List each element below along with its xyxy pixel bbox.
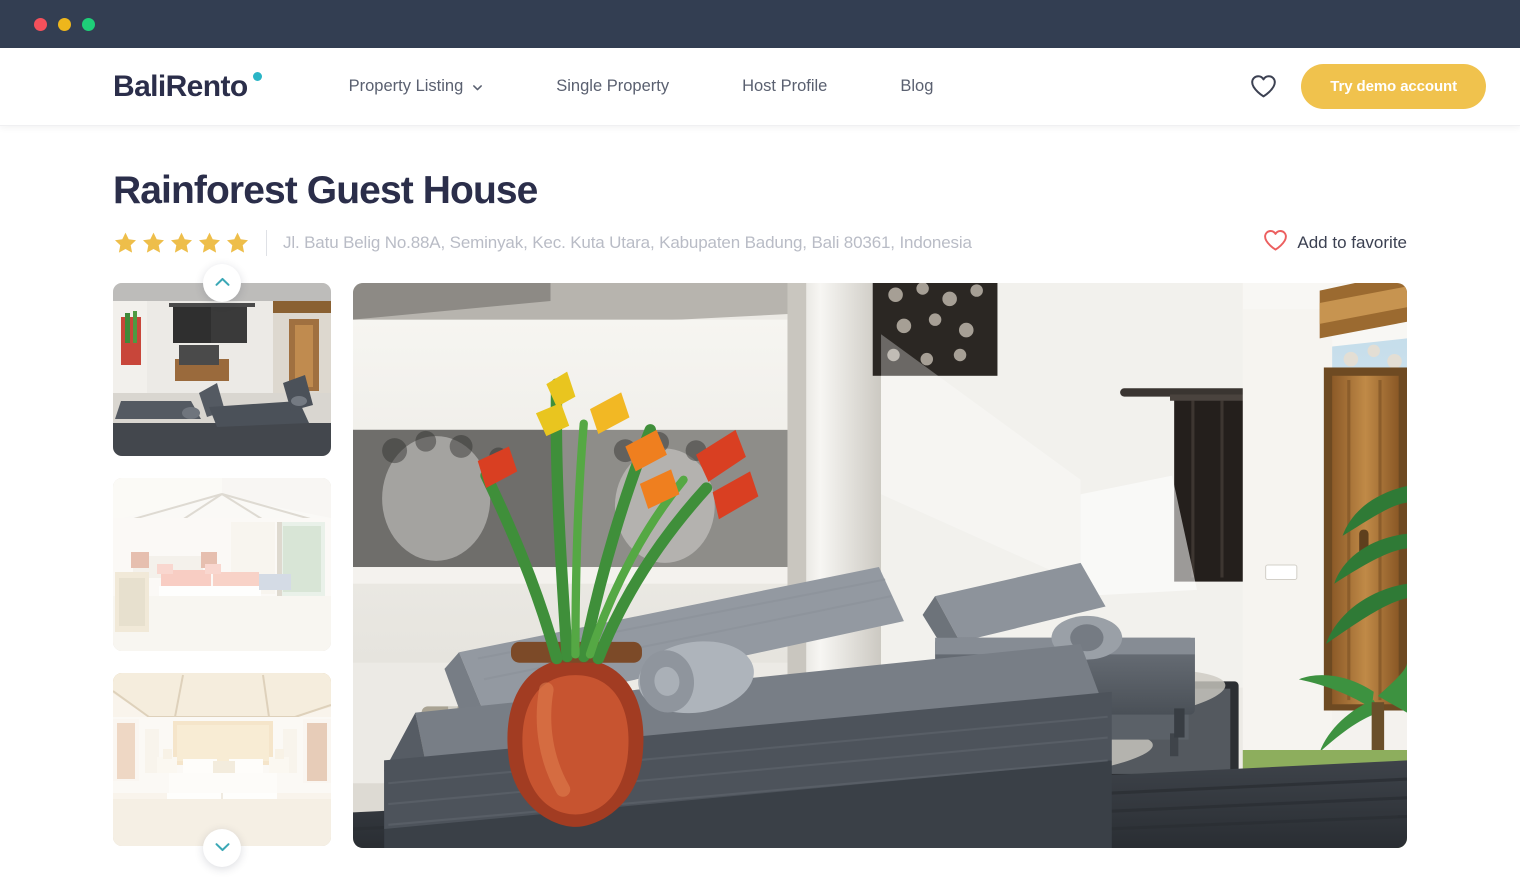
window-titlebar xyxy=(0,0,1520,48)
gallery-scroll-up-button[interactable] xyxy=(203,263,241,302)
nav-item-label: Property Listing xyxy=(348,77,464,95)
star-icon xyxy=(171,232,192,253)
traffic-lights xyxy=(34,17,95,31)
add-to-favorite-label: Add to favorite xyxy=(1297,232,1407,252)
star-icon xyxy=(143,232,164,253)
star-icon xyxy=(199,232,220,253)
wishlist-heart-icon[interactable] xyxy=(1250,74,1277,99)
try-demo-account-button[interactable]: Try demo account xyxy=(1301,64,1486,109)
maximize-window-button[interactable] xyxy=(82,17,95,31)
list-item[interactable] xyxy=(113,672,331,846)
main-navigation: Property Listing Single Property Host Pr… xyxy=(349,71,934,102)
meta-divider xyxy=(266,229,267,256)
chevron-down-icon xyxy=(472,82,483,93)
heart-outline-icon xyxy=(1263,229,1288,257)
site-header: BaliRento Property Listing Single Proper… xyxy=(0,48,1520,126)
nav-item-single-property[interactable]: Single Property xyxy=(556,71,669,102)
property-gallery xyxy=(113,263,1407,867)
nav-item-label: Host Profile xyxy=(742,77,828,95)
logo-dot-icon xyxy=(252,71,262,81)
gallery-scroll-down-button[interactable] xyxy=(203,828,241,867)
nav-item-label: Blog xyxy=(900,77,934,95)
browser-window: BaliRento Property Listing Single Proper… xyxy=(0,0,1520,880)
nav-item-label: Single Property xyxy=(556,77,670,95)
list-item[interactable] xyxy=(113,477,331,651)
hero-terrace-loungers xyxy=(353,282,1407,848)
star-icon xyxy=(115,232,136,253)
chevron-down-icon xyxy=(214,839,230,857)
site-logo-text: BaliRento xyxy=(113,69,248,103)
list-item[interactable] xyxy=(113,282,331,456)
star-icon xyxy=(227,232,248,253)
thumb-terrace-loungers xyxy=(113,282,331,456)
site-logo[interactable]: BaliRento xyxy=(113,70,264,104)
property-address: Jl. Batu Belig No.88A, Seminyak, Kec. Ku… xyxy=(283,232,972,252)
nav-item-blog[interactable]: Blog xyxy=(900,71,933,102)
nav-item-host-profile[interactable]: Host Profile xyxy=(742,71,827,102)
add-to-favorite-button[interactable]: Add to favorite xyxy=(1263,229,1407,257)
thumb-master-bedroom xyxy=(113,672,331,846)
page-title: Rainforest Guest House xyxy=(113,169,538,212)
hero-image[interactable] xyxy=(353,282,1407,848)
property-header: Rainforest Guest House Jl. Batu Belig No… xyxy=(113,126,1407,257)
chevron-up-icon xyxy=(214,274,230,292)
header-actions: Try demo account xyxy=(1250,64,1486,109)
nav-item-property-listing[interactable]: Property Listing xyxy=(349,71,484,102)
property-meta-row: Jl. Batu Belig No.88A, Seminyak, Kec. Ku… xyxy=(113,229,1407,257)
gallery-thumbnail-list xyxy=(113,263,331,867)
close-window-button[interactable] xyxy=(34,17,47,31)
minimize-window-button[interactable] xyxy=(58,17,71,31)
rating-stars xyxy=(113,231,250,255)
thumb-twin-bedroom xyxy=(113,477,331,651)
page-content: Rainforest Guest House Jl. Batu Belig No… xyxy=(0,126,1520,867)
